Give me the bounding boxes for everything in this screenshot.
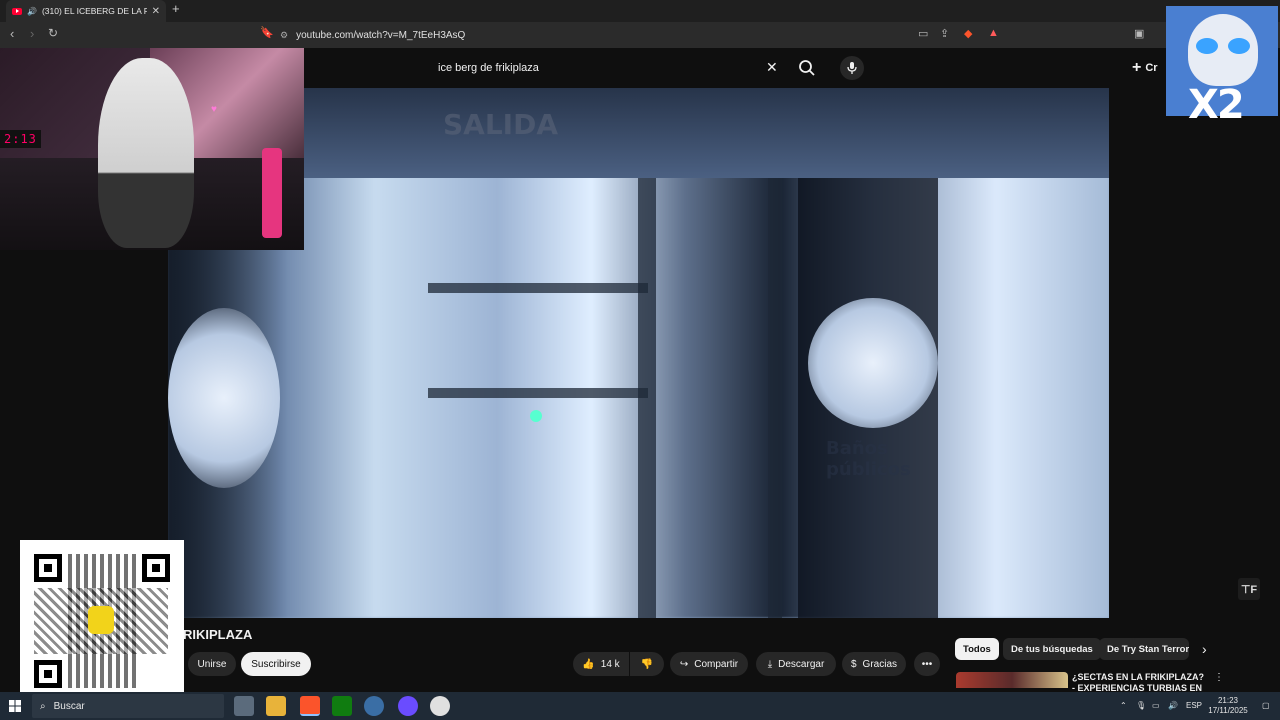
webcam-clock: 2:13	[0, 130, 41, 148]
join-label: Unirse	[197, 658, 227, 670]
search-icon: ⌕	[40, 700, 46, 712]
join-button[interactable]: Unirse	[188, 652, 236, 676]
browser-tab-strip: 🔊 (310) EL ICEBERG DE LA FRIKI ✕ +	[0, 0, 1280, 22]
create-label: Cr	[1145, 62, 1158, 74]
restroom-sign	[168, 308, 280, 488]
taskbar-date: 17/11/2025	[1208, 706, 1248, 715]
channel-logo: X2	[1166, 6, 1278, 128]
share-button[interactable]: ↪ Compartir	[670, 652, 748, 676]
download-icon: ⤓	[767, 658, 773, 670]
download-button[interactable]: ⤓ Descargar	[756, 652, 836, 676]
taskbar-clock[interactable]: 21:23 17/11/2025	[1206, 696, 1250, 716]
obs-icon[interactable]	[430, 696, 450, 716]
light-spot	[530, 410, 542, 422]
brave-browser-icon[interactable]	[300, 696, 320, 716]
recommended-thumbnail[interactable]	[956, 672, 1068, 688]
more-actions-icon[interactable]: •••	[914, 652, 940, 676]
restroom-sign	[808, 298, 938, 428]
share-page-icon[interactable]: ⇪	[940, 27, 949, 40]
chip-from-searches[interactable]: De tus búsquedas	[1003, 638, 1101, 660]
voice-search-icon[interactable]	[840, 56, 864, 80]
url-text: youtube.com/watch?v=M_7tEeH3AsQ	[296, 29, 466, 41]
subscribe-button[interactable]: Suscribirse	[241, 652, 311, 676]
brave-shield-icon[interactable]: ◆	[964, 27, 972, 40]
share-label: Compartir	[694, 658, 739, 670]
thanks-button[interactable]: $ Gracias	[842, 652, 906, 676]
qr-code	[20, 540, 184, 702]
language-indicator[interactable]: ESP	[1186, 701, 1202, 711]
thumbs-down-icon: 👎	[640, 658, 654, 670]
notifications-icon[interactable]: ▢	[1262, 701, 1270, 711]
like-count: 14 k	[600, 658, 620, 670]
show-hidden-icons-icon[interactable]: ⌃	[1120, 701, 1127, 711]
qr-logo-icon	[88, 606, 114, 634]
search-query-text: ice berg de frikiplaza	[438, 62, 539, 74]
video-player[interactable]: Baños públicos SALIDA	[168, 88, 1109, 618]
streamer-skull-mask	[98, 58, 194, 248]
address-bar[interactable]: ⚙ youtube.com/watch?v=M_7tEeH3AsQ	[280, 25, 980, 45]
xbox-icon[interactable]	[332, 696, 352, 716]
thanks-label: Gracias	[862, 658, 897, 670]
network-icon[interactable]: ▭	[1152, 701, 1160, 711]
cast-icon[interactable]: ▭	[918, 27, 928, 40]
chip-label: De Try Stan Terror	[1107, 643, 1189, 655]
search-input[interactable]: ice berg de frikiplaza	[428, 56, 788, 80]
microphone-icon[interactable]: 🎙	[1136, 701, 1146, 711]
share-icon: ↪	[679, 658, 689, 670]
browser-toolbar: ‹ › ↻ 🔖 ⚙ youtube.com/watch?v=M_7tEeH3As…	[0, 22, 1280, 48]
brave-rewards-icon[interactable]: ▲	[988, 27, 999, 39]
back-icon[interactable]: ‹	[10, 26, 14, 41]
chip-from-channel[interactable]: De Try Stan Terror	[1099, 638, 1189, 660]
windows-taskbar: ⌕ Buscar ⌃ 🎙 ▭ 🔊 ESP 21:23 17/11/2025 ▢	[0, 692, 1280, 720]
skull-icon	[1188, 14, 1258, 86]
taskbar-search-input[interactable]: ⌕ Buscar	[32, 694, 224, 718]
taskbar-search-placeholder: Buscar	[53, 700, 85, 712]
windows-start-icon[interactable]	[9, 700, 21, 712]
new-tab-icon[interactable]: +	[172, 1, 180, 16]
speaker-icon: 🔊	[27, 6, 37, 16]
dislike-button[interactable]: 👎	[630, 652, 664, 676]
logo-text: X2	[1188, 82, 1245, 128]
app-icon[interactable]	[398, 696, 418, 716]
download-label: Descargar	[778, 658, 825, 670]
file-explorer-icon[interactable]	[266, 696, 286, 716]
chevron-right-icon[interactable]: ›	[1202, 641, 1207, 657]
youtube-favicon-icon	[12, 7, 22, 15]
video-title: RIKIPLAZA	[183, 627, 253, 642]
more-options-icon[interactable]: ⋮	[1214, 672, 1224, 683]
subscribe-label: Suscribirse	[251, 658, 301, 670]
captions-icon[interactable]: ⊤F	[1238, 578, 1260, 600]
task-view-icon[interactable]	[234, 696, 254, 716]
forward-icon[interactable]: ›	[30, 26, 34, 41]
create-button[interactable]: + Cr	[1132, 56, 1158, 80]
search-icon[interactable]	[796, 57, 818, 79]
plus-icon: +	[1132, 59, 1142, 76]
bookmark-icon[interactable]: 🔖	[260, 26, 274, 39]
reload-icon[interactable]: ↻	[48, 26, 58, 40]
browser-tab[interactable]: 🔊 (310) EL ICEBERG DE LA FRIKI ✕	[6, 0, 166, 22]
tab-title: (310) EL ICEBERG DE LA FRIKI	[41, 6, 147, 16]
thumbs-up-icon: 👍	[582, 658, 595, 670]
thanks-icon: $	[850, 658, 857, 670]
tab-close-icon[interactable]: ✕	[152, 6, 160, 17]
app-icon[interactable]	[364, 696, 384, 716]
like-button[interactable]: 👍 14 k	[573, 652, 629, 676]
webcam-overlay: ♥ 2:13	[0, 48, 304, 250]
site-info-icon[interactable]: ⚙	[280, 30, 288, 41]
chip-all[interactable]: Todos	[955, 638, 999, 660]
volume-icon[interactable]: 🔊	[1168, 701, 1178, 711]
neon-sign: ♥	[211, 104, 217, 115]
chip-label: De tus búsquedas	[1011, 643, 1093, 655]
taskbar-time: 21:23	[1217, 696, 1239, 705]
chip-label: Todos	[963, 643, 991, 655]
sidebar-toggle-icon[interactable]: ▣	[1134, 27, 1144, 40]
clear-search-icon[interactable]: ✕	[766, 59, 778, 76]
